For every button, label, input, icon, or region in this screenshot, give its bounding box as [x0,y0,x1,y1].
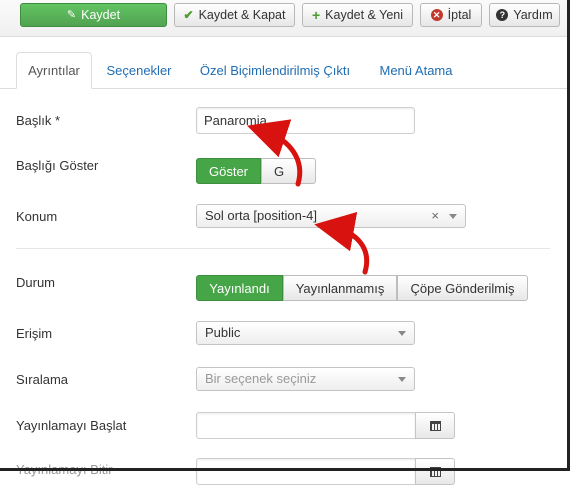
arrow-to-position [314,211,370,275]
publish-down-input[interactable] [196,458,416,485]
show-title-on-button[interactable]: Göster [196,158,261,184]
status-published-button[interactable]: Yayınlandı [196,275,283,301]
help-icon: ? [496,9,509,21]
publish-up-label: Yayınlamayı Başlat [16,418,127,433]
position-value: Sol orta [position-4] [205,208,318,223]
title-input[interactable]: Panaromia [196,107,415,134]
tab-options[interactable]: Seçenekler [98,52,180,88]
check-icon: ✔ [183,8,194,22]
ordering-placeholder: Bir seçenek seçiniz [205,371,317,386]
cancel-icon: ✕ [430,9,443,21]
access-select[interactable]: Public [196,321,415,345]
tab-custom-output[interactable]: Özel Biçimlendirilmiş Çıktı [192,52,358,88]
save-new-label: Kaydet & Yeni [325,8,404,22]
section-divider [16,248,550,249]
access-value: Public [205,325,241,340]
status-label: Durum [16,275,56,290]
save-close-label: Kaydet & Kapat [198,8,286,22]
save-new-button[interactable]: + Kaydet & Yeni [302,3,413,27]
tab-bar: Ayrıntılar Seçenekler Özel Biçimlendiril… [0,52,570,89]
show-title-off-button[interactable]: G [261,158,316,184]
status-unpublished-button[interactable]: Yayınlanmamış [283,275,397,301]
help-button[interactable]: ? Yardım [489,3,560,27]
position-label: Konum [16,209,58,224]
save-icon: ✎ [66,8,77,21]
ordering-label: Sıralama [16,372,69,387]
caret-icon [398,377,406,382]
access-label: Erişim [16,326,53,341]
clear-icon[interactable]: × [431,208,439,223]
save-label: Kaydet [81,8,121,22]
publish-up-calendar-button[interactable] [415,412,455,439]
tab-menu-assignment[interactable]: Menü Atama [370,52,462,88]
cancel-label: İptal [447,8,472,22]
help-label: Yardım [513,8,553,22]
show-title-toggle: Göster G [196,158,316,184]
caret-icon [449,214,457,219]
title-label: Başlık * [16,113,61,128]
save-button[interactable]: ✎ Kaydet [20,3,167,27]
cancel-button[interactable]: ✕ İptal [420,3,482,27]
caret-icon [398,331,406,336]
toolbar: ✎ Kaydet ✔ Kaydet & Kapat + Kaydet & Yen… [0,0,570,37]
calendar-icon [429,420,441,431]
publish-down-calendar-button[interactable] [415,458,455,485]
position-select[interactable]: Sol orta [position-4] × [196,204,466,228]
ordering-select[interactable]: Bir seçenek seçiniz [196,367,415,391]
publish-up-input[interactable] [196,412,416,439]
show-title-label: Başlığı Göster [16,158,99,173]
plus-icon: + [311,7,321,23]
tab-details[interactable]: Ayrıntılar [16,52,92,89]
save-close-button[interactable]: ✔ Kaydet & Kapat [174,3,295,27]
status-toggle: Yayınlandı Yayınlanmamış Çöpe Gönderilmi… [196,275,528,301]
status-trashed-button[interactable]: Çöpe Gönderilmiş [397,275,528,301]
